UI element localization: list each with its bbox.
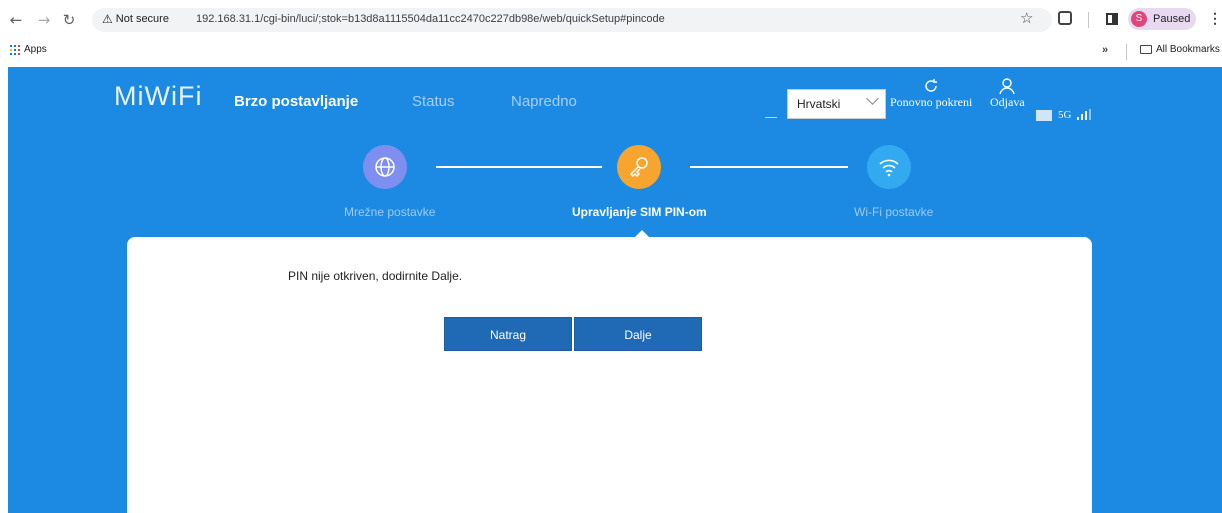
step-network <box>363 145 407 189</box>
apps-shortcut[interactable]: Apps <box>10 44 47 55</box>
chevron-down-icon <box>866 92 879 105</box>
status-indicators: 5G <box>1036 109 1092 121</box>
avatar: S <box>1131 11 1147 27</box>
signal-icon <box>1077 109 1092 120</box>
step-wifi <box>867 145 911 189</box>
logout-label: Odjava <box>990 95 1025 109</box>
setup-card: PIN nije otkriven, dodirnite Dalje. Natr… <box>127 237 1092 513</box>
step-label-network: Mrežne postavke <box>344 205 436 219</box>
side-panel-icon[interactable] <box>1106 13 1118 25</box>
back-button[interactable]: Natrag <box>444 317 572 351</box>
miwifi-logo: MiWiFi <box>114 81 203 111</box>
nav-advanced[interactable]: Napredno <box>511 93 577 110</box>
restart-label: Ponovno pokreni <box>890 95 973 109</box>
profile-status: Paused <box>1153 13 1191 25</box>
band-label: 5G <box>1058 109 1072 121</box>
bookmarks-bar: Apps » All Bookmarks <box>0 40 1222 64</box>
user-icon <box>999 78 1016 95</box>
mail-icon[interactable] <box>1036 109 1052 121</box>
step-connector <box>690 166 848 168</box>
profile-button[interactable]: S Paused <box>1128 8 1196 30</box>
more-bookmarks-icon[interactable]: » <box>1102 44 1108 56</box>
folder-icon <box>1140 45 1152 54</box>
restart-button[interactable]: Ponovno pokreni <box>890 77 972 110</box>
wifi-icon <box>879 159 899 177</box>
apps-label: Apps <box>24 44 47 55</box>
language-value: Hrvatski <box>797 97 841 111</box>
globe-icon <box>375 157 395 177</box>
next-button[interactable]: Dalje <box>574 317 702 351</box>
address-bar[interactable]: ⚠ Not secure 192.168.31.1/cgi-bin/luci/;… <box>92 8 1052 32</box>
language-select[interactable]: Hrvatski <box>787 89 886 119</box>
nav-status[interactable]: Status <box>412 93 455 110</box>
key-icon <box>629 157 648 178</box>
security-indicator[interactable]: ⚠ Not secure <box>102 12 169 26</box>
nav-underline <box>765 117 777 118</box>
extensions-icon[interactable] <box>1058 11 1072 25</box>
all-bookmarks-label: All Bookmarks <box>1156 44 1220 55</box>
bookmarks-divider <box>1126 44 1127 60</box>
back-arrow-icon[interactable]: ← <box>6 10 26 30</box>
all-bookmarks-button[interactable]: All Bookmarks <box>1140 44 1220 55</box>
step-label-wifi: Wi-Fi postavke <box>854 205 934 219</box>
bookmark-star-icon[interactable]: ☆ <box>1020 9 1033 27</box>
step-sim-pin <box>617 145 661 189</box>
apps-grid-icon <box>10 44 20 55</box>
toolbar-divider <box>1088 12 1089 28</box>
pin-message: PIN nije otkriven, dodirnite Dalje. <box>288 269 463 283</box>
router-app: MiWiFi Brzo postavljanje Status Napredno… <box>8 67 1222 513</box>
security-label: Not secure <box>115 13 169 25</box>
reload-icon[interactable]: ↻ <box>59 10 79 30</box>
step-connector <box>436 166 602 168</box>
browser-toolbar: ← → ↻ ⚠ Not secure 192.168.31.1/cgi-bin/… <box>0 0 1222 40</box>
browser-menu-icon[interactable]: ⋮ <box>1208 10 1222 27</box>
forward-arrow-icon[interactable]: → <box>34 10 54 30</box>
nav-quick-setup[interactable]: Brzo postavljanje <box>234 93 358 110</box>
restart-icon <box>925 79 938 92</box>
step-label-sim-pin: Upravljanje SIM PIN-om <box>572 205 707 219</box>
url-text: 192.168.31.1/cgi-bin/luci/;stok=b13d8a11… <box>196 13 665 25</box>
logout-button[interactable]: Odjava <box>990 77 1025 110</box>
warning-icon: ⚠ <box>102 12 113 26</box>
